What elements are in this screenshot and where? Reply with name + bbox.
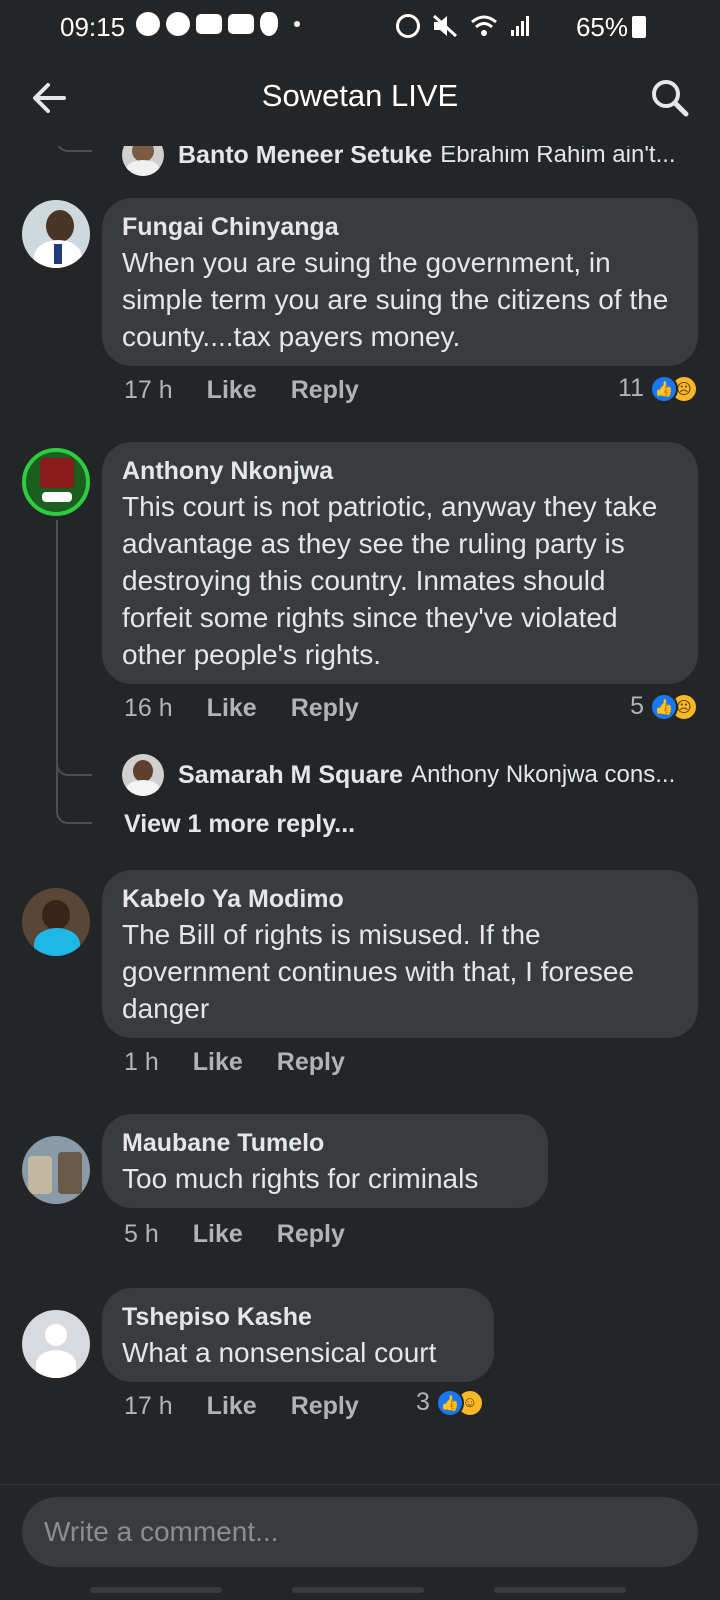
comment-time[interactable]: 17 h: [124, 376, 173, 405]
reaction-count: 3: [416, 1388, 430, 1416]
comment-meta: 17 h Like Reply: [124, 1392, 393, 1421]
like-button[interactable]: Like: [207, 376, 257, 405]
like-button[interactable]: Like: [207, 694, 257, 723]
comment-meta: 17 h Like Reply: [124, 376, 393, 405]
page-title: Sowetan LIVE: [261, 78, 459, 113]
avatar[interactable]: [122, 146, 164, 176]
comment-author[interactable]: Maubane Tumelo: [122, 1126, 528, 1160]
reaction-summary[interactable]: 11 👍 ☹: [618, 374, 698, 403]
thumbs-up-icon: 👍: [650, 374, 678, 403]
reply-snippet: Anthony Nkonjwa cons...: [411, 761, 676, 788]
reaction-count: 11: [618, 374, 644, 402]
comment-text: This court is not patriotic, anyway they…: [122, 491, 658, 670]
comment-bubble: Kabelo Ya Modimo The Bill of rights is m…: [102, 870, 698, 1038]
facebook-icon: [166, 12, 190, 36]
avatar[interactable]: [22, 888, 90, 956]
status-time: 09:15: [60, 12, 126, 42]
avatar[interactable]: [22, 200, 90, 268]
facebook-icon: [136, 12, 160, 36]
reaction-summary[interactable]: 3 👍 ☺: [416, 1388, 484, 1417]
notification-icons: [136, 12, 300, 36]
app-header: Sowetan LIVE: [0, 52, 720, 146]
comment-author[interactable]: Kabelo Ya Modimo: [122, 882, 678, 916]
like-button[interactable]: Like: [193, 1048, 243, 1077]
thread-connector: [56, 726, 92, 776]
thread-connector: [56, 782, 92, 824]
comment-meta: 5 h Like Reply: [124, 1220, 379, 1249]
youtube-icon: [196, 14, 222, 34]
comment-time[interactable]: 5 h: [124, 1220, 159, 1249]
comment-input[interactable]: Write a comment...: [22, 1497, 698, 1567]
comment-time[interactable]: 16 h: [124, 694, 173, 723]
wifi-icon: [471, 15, 497, 36]
comment-author[interactable]: Tshepiso Kashe: [122, 1300, 474, 1334]
reply-preview[interactable]: Samarah M Square Anthony Nkonjwa cons...: [122, 754, 675, 796]
comment-author[interactable]: Anthony Nkonjwa: [122, 454, 678, 488]
comments-list: Banto Meneer Setuke Ebrahim Rahim ain't.…: [0, 146, 720, 1486]
comment-time[interactable]: 1 h: [124, 1048, 159, 1077]
alarm-icon: [396, 14, 420, 38]
reply-button[interactable]: Reply: [277, 1048, 345, 1077]
system-icons: [396, 14, 530, 38]
comment-time[interactable]: 17 h: [124, 1392, 173, 1421]
view-more-replies[interactable]: View 1 more reply...: [124, 810, 355, 839]
like-button[interactable]: Like: [207, 1392, 257, 1421]
comment-bubble: Fungai Chinyanga When you are suing the …: [102, 198, 698, 366]
like-button[interactable]: Like: [193, 1220, 243, 1249]
nav-recent-button[interactable]: [90, 1587, 222, 1593]
reply-snippet: Ebrahim Rahim ain't...: [440, 146, 676, 168]
battery-percent: 65%: [575, 12, 628, 42]
signal-icon: [511, 16, 529, 36]
search-icon[interactable]: [646, 74, 694, 122]
avatar[interactable]: [22, 1310, 90, 1378]
reply-author[interactable]: Samarah M Square: [178, 761, 403, 790]
avatar[interactable]: [122, 754, 164, 796]
reply-author[interactable]: Banto Meneer Setuke: [178, 146, 432, 170]
avatar[interactable]: [22, 1136, 90, 1204]
mute-icon: [432, 14, 458, 38]
comment-author[interactable]: Fungai Chinyanga: [122, 210, 678, 244]
comment-meta: 16 h Like Reply: [124, 694, 393, 723]
youtube-icon: [228, 14, 254, 34]
reaction-summary[interactable]: 5 👍 ☹: [630, 692, 698, 721]
nav-home-button[interactable]: [292, 1587, 424, 1593]
more-notifications-dot: [294, 21, 300, 27]
comment-text: Too much rights for criminals: [122, 1163, 479, 1194]
comment-bubble: Anthony Nkonjwa This court is not patrio…: [102, 442, 698, 684]
comment-text: What a nonsensical court: [122, 1337, 437, 1368]
thumbs-up-icon: 👍: [435, 1388, 464, 1417]
comment-bubble: Tshepiso Kashe What a nonsensical court: [102, 1288, 494, 1382]
accessibility-icon: [260, 12, 278, 36]
comment-composer-area: Write a comment...: [0, 1484, 720, 1600]
battery-icon: [632, 16, 646, 38]
avatar[interactable]: [22, 448, 90, 516]
nav-back-button[interactable]: [494, 1587, 626, 1593]
thumbs-up-icon: 👍: [650, 692, 678, 721]
status-bar: 09:15 65%: [0, 0, 720, 52]
reply-preview[interactable]: Banto Meneer Setuke Ebrahim Rahim ain't.…: [122, 146, 676, 176]
reaction-count: 5: [630, 692, 644, 720]
thread-connector: [56, 146, 92, 152]
comment-bubble: Maubane Tumelo Too much rights for crimi…: [102, 1114, 548, 1208]
reply-button[interactable]: Reply: [291, 376, 359, 405]
reply-button[interactable]: Reply: [291, 694, 359, 723]
comment-meta: 1 h Like Reply: [124, 1048, 379, 1077]
reply-button[interactable]: Reply: [291, 1392, 359, 1421]
comment-text: The Bill of rights is misused. If the go…: [122, 919, 635, 1024]
comment-text: When you are suing the government, in si…: [122, 247, 669, 352]
reply-button[interactable]: Reply: [277, 1220, 345, 1249]
